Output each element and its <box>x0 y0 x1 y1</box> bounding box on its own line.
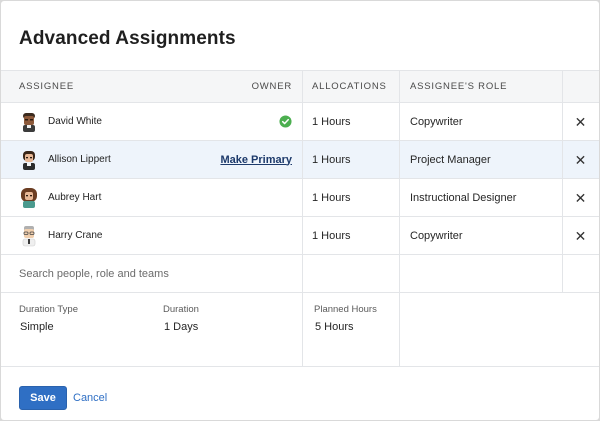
assignee-cell: David White <box>19 103 102 140</box>
save-button[interactable]: Save <box>19 386 67 410</box>
divider <box>302 291 303 366</box>
assignee-name: David White <box>48 116 102 127</box>
planned-hours-value[interactable]: 5 Hours <box>315 321 354 333</box>
role-value[interactable]: Copywriter <box>410 116 463 128</box>
divider <box>399 179 400 216</box>
allocation-value[interactable]: 1 Hours <box>312 116 351 128</box>
divider <box>302 217 303 254</box>
allocation-cell[interactable]: 1 Hours <box>312 179 351 216</box>
avatar-allison-icon <box>23 150 35 170</box>
search-row[interactable]: Search people, role and teams <box>1 255 599 293</box>
divider <box>399 103 400 140</box>
duration-value[interactable]: 1 Days <box>164 321 198 333</box>
divider <box>302 71 303 102</box>
allocation-value[interactable]: 1 Hours <box>312 192 351 204</box>
search-input[interactable]: Search people, role and teams <box>19 268 169 280</box>
role-value[interactable]: Instructional Designer <box>410 192 516 204</box>
allocation-cell[interactable]: 1 Hours <box>312 217 351 254</box>
divider <box>399 255 400 292</box>
divider <box>562 255 563 292</box>
duration-type-label: Duration Type <box>19 304 78 315</box>
divider <box>399 141 400 178</box>
close-icon[interactable]: ✕ <box>575 153 587 167</box>
assignee-name: Allison Lippert <box>48 154 111 165</box>
duration-type-value[interactable]: Simple <box>20 321 54 333</box>
divider <box>302 103 303 140</box>
table-row[interactable]: Aubrey Hart 1 Hours Instructional Design… <box>1 179 599 217</box>
divider <box>399 71 400 102</box>
avatar-harry-icon <box>22 225 36 246</box>
role-cell[interactable]: Project Manager <box>410 141 491 178</box>
divider <box>562 71 563 102</box>
header-owner: OWNER <box>251 81 292 92</box>
duration-details: Duration Type Simple Duration 1 Days Pla… <box>1 291 599 367</box>
table-row[interactable]: David White 1 Hours Copywriter ✕ <box>1 103 599 141</box>
assignee-name: Harry Crane <box>48 230 103 241</box>
search-cell[interactable]: Search people, role and teams <box>19 255 169 292</box>
assignee-cell: Allison Lippert <box>19 141 111 178</box>
cancel-button[interactable]: Cancel <box>73 386 107 410</box>
role-cell[interactable]: Copywriter <box>410 103 463 140</box>
assignee-name: Aubrey Hart <box>48 192 102 203</box>
divider <box>302 255 303 292</box>
divider <box>399 291 400 366</box>
avatar-david-icon <box>23 112 35 132</box>
allocation-cell[interactable]: 1 Hours <box>312 141 351 178</box>
close-icon[interactable]: ✕ <box>575 229 587 243</box>
role-value[interactable]: Copywriter <box>410 230 463 242</box>
allocation-value[interactable]: 1 Hours <box>312 230 351 242</box>
planned-hours-label: Planned Hours <box>314 304 377 315</box>
table-header: ASSIGNEE OWNER ALLOCATIONS ASSIGNEE'S RO… <box>1 70 599 103</box>
remove-cell: ✕ <box>562 141 599 178</box>
allocation-value[interactable]: 1 Hours <box>312 154 351 166</box>
header-role: ASSIGNEE'S ROLE <box>410 81 508 92</box>
avatar-aubrey-icon <box>21 187 37 208</box>
check-circle-icon <box>279 115 292 128</box>
table-row[interactable]: Allison Lippert Make Primary 1 Hours Pro… <box>1 141 599 179</box>
allocation-cell[interactable]: 1 Hours <box>312 103 351 140</box>
header-assignee: ASSIGNEE <box>19 81 74 92</box>
assignments-table: ASSIGNEE OWNER ALLOCATIONS ASSIGNEE'S RO… <box>1 70 599 293</box>
advanced-assignments-dialog: Advanced Assignments ASSIGNEE OWNER ALLO… <box>1 1 599 420</box>
divider <box>302 141 303 178</box>
role-cell[interactable]: Instructional Designer <box>410 179 516 216</box>
owner-cell: Make Primary <box>220 141 292 178</box>
header-allocations: ALLOCATIONS <box>312 81 387 92</box>
owner-cell <box>279 103 292 140</box>
role-cell[interactable]: Copywriter <box>410 217 463 254</box>
duration-label: Duration <box>163 304 199 315</box>
divider <box>302 179 303 216</box>
remove-cell: ✕ <box>562 217 599 254</box>
assignee-cell: Aubrey Hart <box>19 179 101 216</box>
remove-cell: ✕ <box>562 103 599 140</box>
assignee-cell: Harry Crane <box>19 217 102 254</box>
role-value[interactable]: Project Manager <box>410 154 491 166</box>
close-icon[interactable]: ✕ <box>575 191 587 205</box>
table-row[interactable]: Harry Crane 1 Hours Copywriter ✕ <box>1 217 599 255</box>
divider <box>399 217 400 254</box>
dialog-title: Advanced Assignments <box>19 28 236 49</box>
remove-cell: ✕ <box>562 179 599 216</box>
close-icon[interactable]: ✕ <box>575 115 587 129</box>
make-primary-link[interactable]: Make Primary <box>220 154 292 166</box>
